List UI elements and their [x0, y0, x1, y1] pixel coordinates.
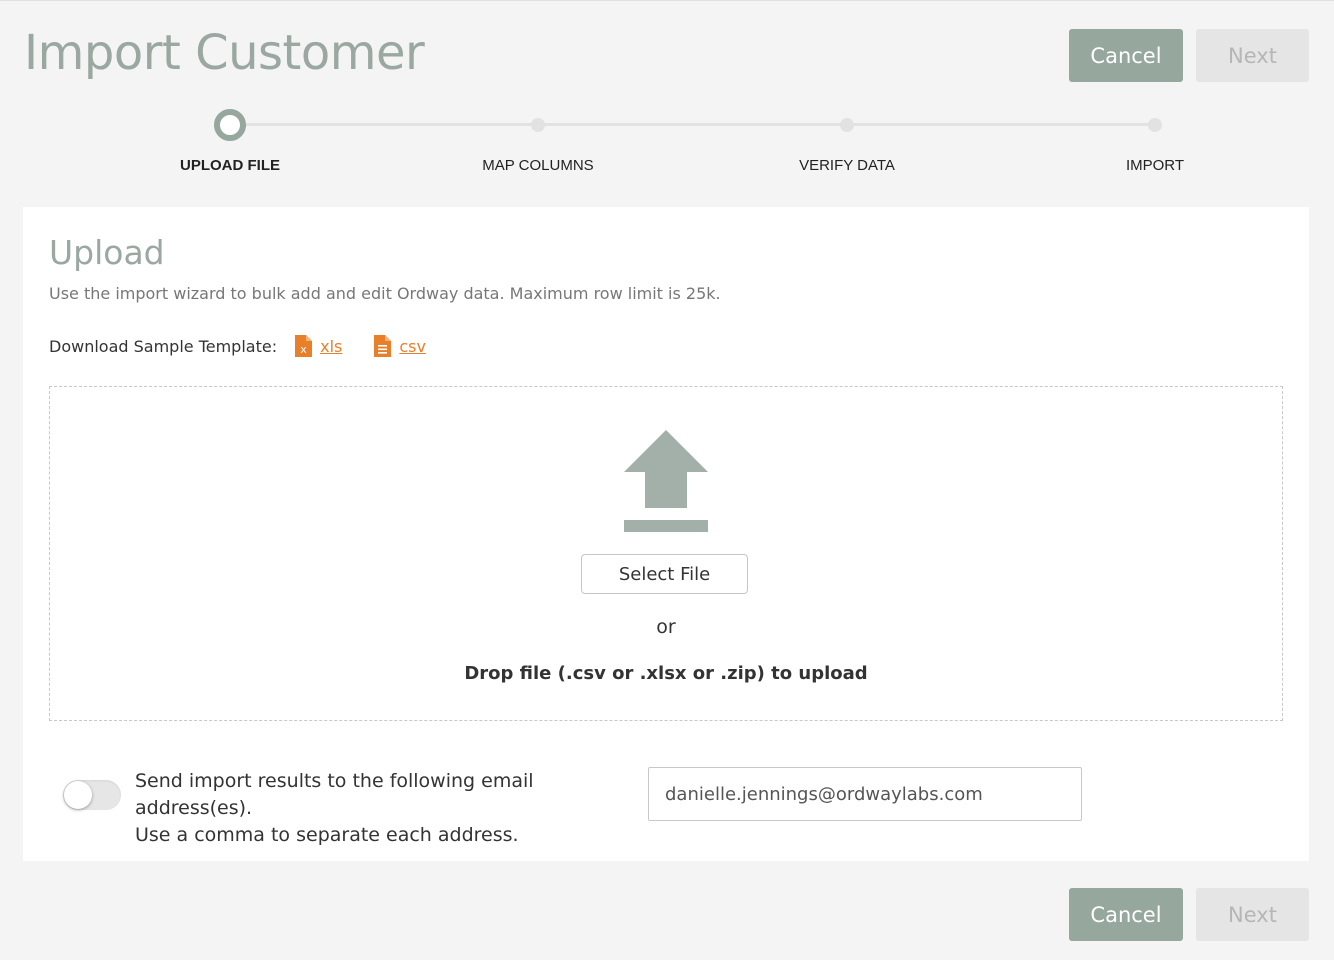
step-label-map-columns: MAP COLUMNS	[482, 157, 594, 174]
upload-card: Upload Use the import wizard to bulk add…	[23, 207, 1309, 861]
step-label-verify-data: VERIFY DATA	[799, 157, 895, 174]
drop-instructions: Drop file (.csv or .xlsx or .zip) to upl…	[464, 663, 868, 684]
email-results-toggle[interactable]	[63, 780, 121, 810]
next-button[interactable]: Next	[1196, 29, 1309, 82]
step-dot-upload-file	[214, 109, 246, 141]
upload-description: Use the import wizard to bulk add and ed…	[49, 284, 721, 303]
email-address-input[interactable]	[648, 767, 1082, 821]
step-dot-map-columns	[531, 118, 545, 132]
step-dot-verify-data	[840, 118, 854, 132]
step-label-import: IMPORT	[1125, 157, 1185, 174]
xls-link-label: xls	[320, 336, 343, 356]
email-results-label: Send import results to the following ema…	[135, 768, 635, 849]
step-dot-import	[1148, 118, 1162, 132]
xls-file-icon: x	[295, 335, 313, 357]
step-label-upload-file: UPLOAD FILE	[180, 157, 280, 174]
email-label-line2: Use a comma to separate each address.	[135, 824, 519, 846]
csv-link-label: csv	[399, 336, 426, 356]
download-template-row: Download Sample Template: x xls csv	[49, 335, 458, 357]
upload-arrow-icon	[624, 430, 708, 532]
cancel-button[interactable]: Cancel	[1069, 29, 1183, 82]
file-dropzone[interactable]: Select File or Drop file (.csv or .xlsx …	[49, 386, 1283, 721]
or-text: or	[656, 616, 676, 638]
stepper-track	[230, 123, 1155, 126]
xls-download-link[interactable]: x xls	[295, 335, 342, 357]
footer-cancel-button[interactable]: Cancel	[1069, 888, 1183, 941]
csv-file-icon	[374, 335, 392, 357]
download-template-label: Download Sample Template:	[49, 336, 278, 356]
toggle-knob	[64, 781, 92, 809]
upload-title: Upload	[49, 233, 165, 272]
email-label-line1: Send import results to the following ema…	[135, 770, 534, 819]
svg-text:x: x	[300, 343, 307, 356]
footer-next-button[interactable]: Next	[1196, 888, 1309, 941]
select-file-button[interactable]: Select File	[581, 554, 748, 594]
csv-download-link[interactable]: csv	[374, 335, 426, 357]
page-title: Import Customer	[24, 25, 425, 81]
